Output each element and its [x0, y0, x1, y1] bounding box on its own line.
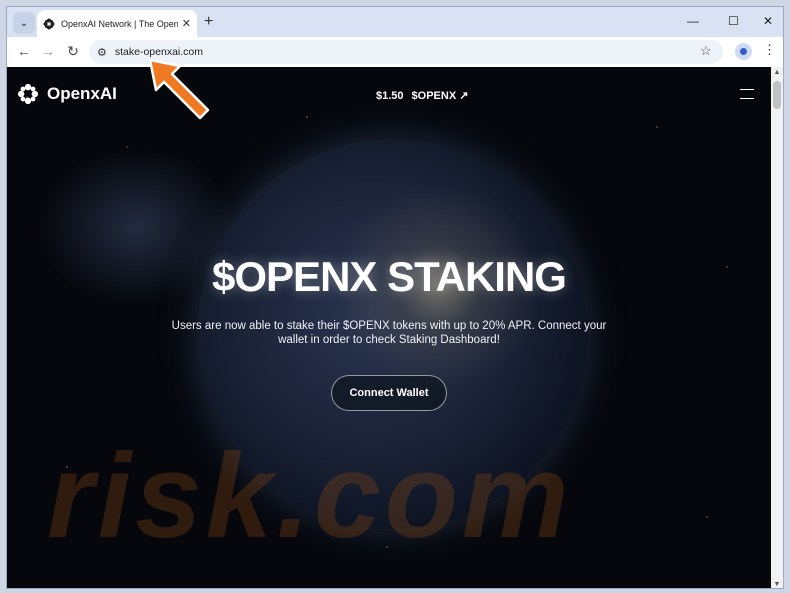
- browser-toolbar: ← → ↻ ⚙ stake-openxai.com ☆ ⋮: [7, 37, 783, 67]
- bookmark-star-icon[interactable]: ☆: [700, 43, 712, 59]
- hero-title: $OPENX STAKING: [212, 253, 567, 300]
- menu-kebab-icon[interactable]: ⋮: [763, 42, 776, 58]
- tab-close-icon[interactable]: ✕: [182, 17, 191, 30]
- scroll-up-icon[interactable]: ▲: [771, 69, 783, 76]
- token-price[interactable]: $1.50 $OPENX ↗: [376, 89, 468, 102]
- scrollbar-thumb[interactable]: [773, 81, 781, 109]
- hamburger-menu-icon[interactable]: [740, 89, 754, 99]
- profile-avatar[interactable]: [735, 43, 752, 60]
- tab-search-icon[interactable]: ⌄: [13, 12, 35, 34]
- ticker-link[interactable]: $OPENX ↗: [412, 90, 469, 102]
- price-value: $1.50: [376, 90, 404, 102]
- site-logo[interactable]: OpenxAI: [17, 83, 117, 105]
- new-tab-button[interactable]: +: [204, 13, 213, 31]
- minimize-button[interactable]: —: [687, 14, 699, 28]
- maximize-button[interactable]: ☐: [728, 14, 739, 28]
- web-page: risk.com OpenxAI $1.50 $OPENX ↗ $OPENX ST…: [7, 67, 771, 588]
- tab-title: OpenxAI Network | The Open a: [61, 18, 178, 29]
- reload-icon[interactable]: ↻: [64, 43, 82, 60]
- watermark: risk.com: [47, 429, 573, 563]
- browser-window: ⌄ OpenxAI Network | The Open a ✕ + — ☐ ✕…: [6, 6, 784, 589]
- tab-strip: ⌄ OpenxAI Network | The Open a ✕ + — ☐ ✕: [7, 7, 783, 37]
- pointer-arrow-icon: [148, 58, 210, 120]
- connect-wallet-button[interactable]: Connect Wallet: [331, 375, 447, 411]
- profile-icon: [740, 48, 747, 55]
- tab-openxai[interactable]: OpenxAI Network | The Open a ✕: [37, 10, 197, 37]
- logo-text: OpenxAI: [47, 84, 117, 103]
- scroll-down-icon[interactable]: ▼: [771, 581, 783, 588]
- forward-icon[interactable]: →: [39, 43, 57, 59]
- hero-subtitle: Users are now able to stake their $OPENX…: [171, 320, 607, 346]
- page-scrollbar[interactable]: ▲ ▼: [771, 67, 783, 588]
- window-close-button[interactable]: ✕: [763, 14, 773, 28]
- openxai-logo-icon: [17, 83, 39, 105]
- openxai-favicon-icon: [43, 18, 55, 30]
- site-info-icon[interactable]: ⚙: [97, 46, 107, 59]
- back-icon[interactable]: ←: [15, 43, 33, 59]
